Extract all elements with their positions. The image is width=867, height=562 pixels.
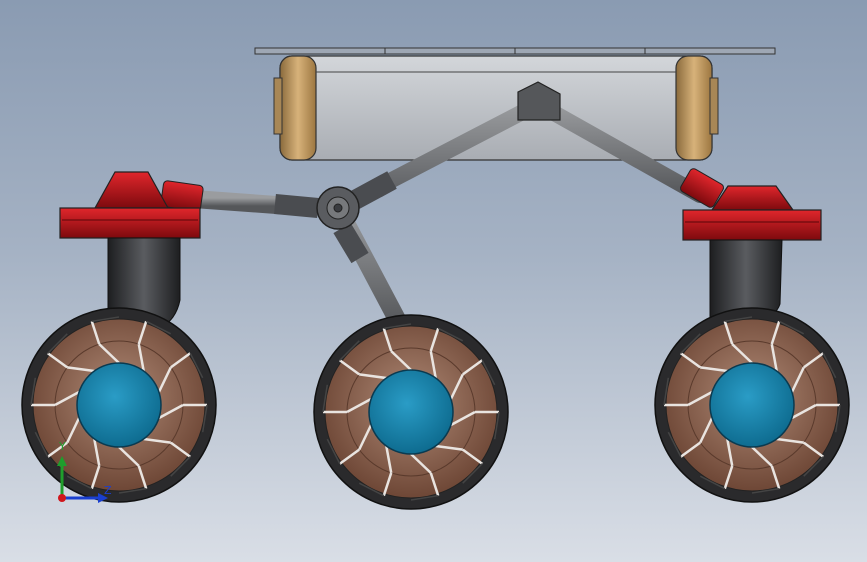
left-steering-motor[interactable] [59,171,204,239]
graphics-viewport[interactable]: Y Z [0,0,867,562]
y-axis-label: Y [59,440,66,453]
left-wheel-hub [76,362,162,448]
middle-wheel-hub [368,369,454,455]
z-axis-label: Z [104,484,112,497]
right-wheel[interactable] [654,307,850,503]
solar-panel[interactable] [254,47,776,55]
origin-icon [58,494,66,502]
rover-body[interactable] [273,55,719,161]
right-wheel-hub [709,362,795,448]
middle-wheel[interactable] [313,314,509,510]
right-steering-motor[interactable] [679,167,822,241]
rover-model[interactable] [0,0,867,562]
rocker-pivot-joint[interactable] [316,186,360,230]
